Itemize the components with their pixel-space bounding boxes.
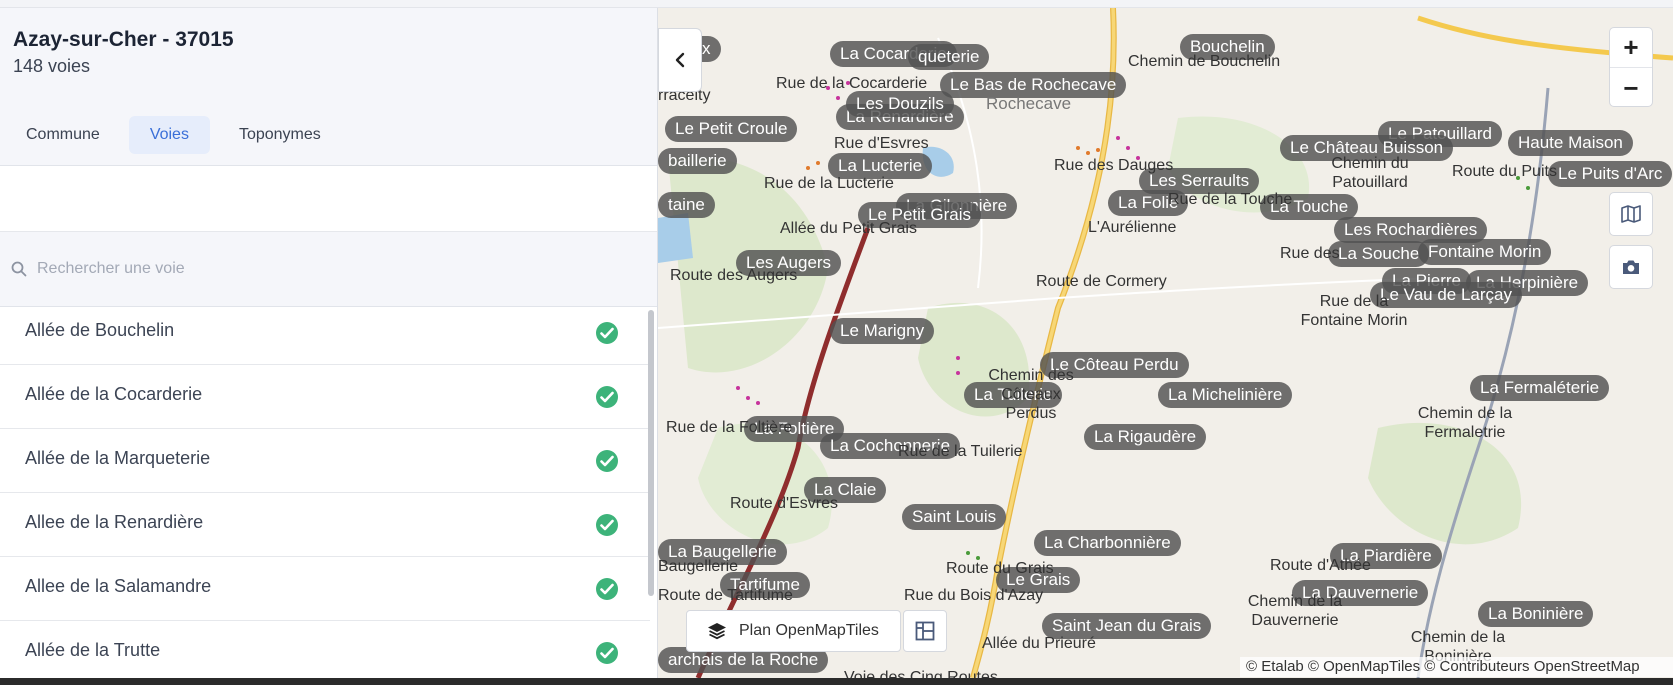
road-label: Route du Grais bbox=[946, 560, 1054, 577]
road-label: Rochecave bbox=[986, 94, 1072, 113]
list-item[interactable]: Allee de la Salamandre bbox=[0, 557, 650, 621]
road-label: L'Aurélienne bbox=[1088, 219, 1177, 236]
map-attribution[interactable]: © Etalab © OpenMapTiles © Contributeurs … bbox=[1240, 657, 1673, 677]
road-label: Rue d'Esvres bbox=[834, 135, 929, 152]
zoom-out-button[interactable]: − bbox=[1610, 68, 1652, 108]
toponym-label[interactable]: baillerie bbox=[658, 148, 737, 174]
toponym-label[interactable]: Les Douzils bbox=[846, 91, 954, 117]
check-circle-icon bbox=[596, 578, 618, 600]
road-label: Chemin des Côteaux Perdus bbox=[988, 367, 1074, 422]
voie-label: Allée de la Marqueterie bbox=[25, 448, 211, 468]
toponym-label[interactable]: Le Puits d'Arc bbox=[1548, 161, 1673, 187]
base-layer-selector[interactable]: Plan OpenMapTiles bbox=[686, 610, 901, 652]
road-label: Route d'Esvres bbox=[730, 495, 838, 512]
search-icon bbox=[11, 261, 27, 277]
list-item[interactable]: Allée de la Marqueterie bbox=[0, 429, 650, 493]
top-bar bbox=[0, 0, 1673, 8]
road-label: Chemin de la Fermaletrie bbox=[1417, 405, 1513, 441]
road-label: Rue des Dauges bbox=[1054, 157, 1174, 174]
toponym-label[interactable]: La Michelinière bbox=[1158, 382, 1293, 408]
toponym-label[interactable]: Saint Louis bbox=[902, 504, 1007, 530]
search-input[interactable] bbox=[37, 252, 627, 286]
voie-label: Allée de Bouchelin bbox=[25, 320, 175, 340]
layout-icon bbox=[915, 621, 935, 641]
road-label: Rue de la Foltière bbox=[666, 419, 793, 436]
voies-list: Allée de Bouchelin Allée de la Cocarderi… bbox=[0, 301, 650, 685]
road-label: Chemin du Patouillard bbox=[1331, 155, 1409, 191]
voie-label: Allée de la Trutte bbox=[25, 640, 161, 660]
toponym-label[interactable]: Le Petit Croule bbox=[665, 116, 798, 142]
map-style-button[interactable] bbox=[1609, 192, 1653, 236]
toponym-label[interactable]: Le Marigny bbox=[830, 318, 935, 344]
minus-icon: − bbox=[1623, 72, 1639, 103]
toponym-label[interactable]: Fontaine Morin bbox=[1418, 239, 1552, 265]
toponym-label[interactable]: La Charbonnière bbox=[1034, 530, 1181, 556]
layout-toggle-button[interactable] bbox=[903, 610, 947, 652]
road-label: Rue de la Touche bbox=[1168, 191, 1293, 208]
toponym-label[interactable]: La Rigaudère bbox=[1084, 424, 1207, 450]
check-circle-icon bbox=[596, 322, 618, 344]
road-label: Rue du Bois d'Azay bbox=[904, 587, 1044, 604]
road-label: Route des Augers bbox=[670, 267, 798, 284]
road-label: Chemin de la Dauvernerie bbox=[1247, 593, 1343, 629]
toponym-label[interactable]: La Souche bbox=[1328, 241, 1430, 267]
zoom-in-button[interactable]: + bbox=[1610, 28, 1652, 68]
map-icon bbox=[1621, 205, 1641, 223]
road-label: Route de Cormery bbox=[1036, 273, 1167, 290]
tab-commune[interactable]: Commune bbox=[13, 116, 113, 154]
list-item[interactable]: Allée de la Cocarderie bbox=[0, 365, 650, 429]
voie-label: Allee de la Salamandre bbox=[25, 576, 212, 596]
layer-name: Plan OpenMapTiles bbox=[739, 622, 879, 639]
list-item[interactable]: Allée de la Trutte bbox=[0, 621, 650, 685]
road-label: Rue de la Lucterie bbox=[764, 175, 894, 192]
road-label: Rue de la Tuilerie bbox=[898, 443, 1023, 460]
map-view[interactable]: reaux La Cocarderie queterie La Renardiè… bbox=[658, 8, 1673, 678]
road-label: Route de Tartifume bbox=[658, 587, 793, 604]
toponym-label[interactable]: Haute Maison bbox=[1508, 130, 1633, 156]
bottom-bar bbox=[0, 678, 1673, 685]
collapse-sidebar-button[interactable] bbox=[658, 28, 702, 92]
plus-icon: + bbox=[1623, 32, 1639, 62]
road-label: Rue des bbox=[1280, 245, 1340, 262]
road-label: Route du Puits bbox=[1452, 163, 1557, 180]
tab-toponymes[interactable]: Toponymes bbox=[226, 116, 334, 154]
commune-title: Azay-sur-Cher - 37015 bbox=[13, 28, 234, 51]
voie-label: Allée de la Cocarderie bbox=[25, 384, 203, 404]
road-label: Allée du Prieuré bbox=[982, 635, 1096, 652]
chevron-left-icon bbox=[675, 52, 685, 68]
list-scrollbar[interactable] bbox=[648, 310, 654, 596]
toolbar-area bbox=[0, 166, 657, 232]
check-circle-icon bbox=[596, 386, 618, 408]
zoom-control: + − bbox=[1609, 27, 1653, 107]
road-label: Rue de la Fontaine Morin bbox=[1300, 293, 1408, 329]
toponym-label[interactable]: La Boninière bbox=[1478, 601, 1594, 627]
road-label: Route d'Athée bbox=[1270, 557, 1371, 574]
road-label: Allée du Petit Grais bbox=[780, 220, 917, 237]
voie-label: Allee de la Renardière bbox=[25, 512, 204, 532]
toponym-label[interactable]: taine bbox=[658, 192, 715, 218]
toponym-label[interactable]: queterie bbox=[908, 44, 990, 70]
road-label: Rue de la Cocarderie bbox=[776, 75, 928, 92]
search-bar bbox=[0, 232, 657, 307]
road-label: Baugellerie bbox=[658, 558, 739, 575]
map-base-layer bbox=[658, 8, 1673, 678]
check-circle-icon bbox=[596, 514, 618, 536]
screenshot-button[interactable] bbox=[1609, 245, 1653, 289]
road-label: Voie des Cinq Routes bbox=[844, 669, 998, 678]
road-label: Chemin de Bouchelin bbox=[1128, 53, 1281, 70]
tab-bar: Commune Voies Toponymes bbox=[13, 116, 350, 154]
layers-icon bbox=[708, 623, 726, 640]
list-item[interactable]: Allée de Bouchelin bbox=[0, 301, 650, 365]
check-circle-icon bbox=[596, 642, 618, 664]
commune-header: Azay-sur-Cher - 37015 148 voies Commune … bbox=[0, 8, 657, 166]
list-item[interactable]: Allee de la Renardière bbox=[0, 493, 650, 557]
camera-icon bbox=[1623, 260, 1639, 274]
check-circle-icon bbox=[596, 450, 618, 472]
voies-count: 148 voies bbox=[13, 56, 91, 76]
toponym-label[interactable]: La Fermaléterie bbox=[1470, 375, 1610, 401]
tab-voies[interactable]: Voies bbox=[128, 116, 210, 154]
